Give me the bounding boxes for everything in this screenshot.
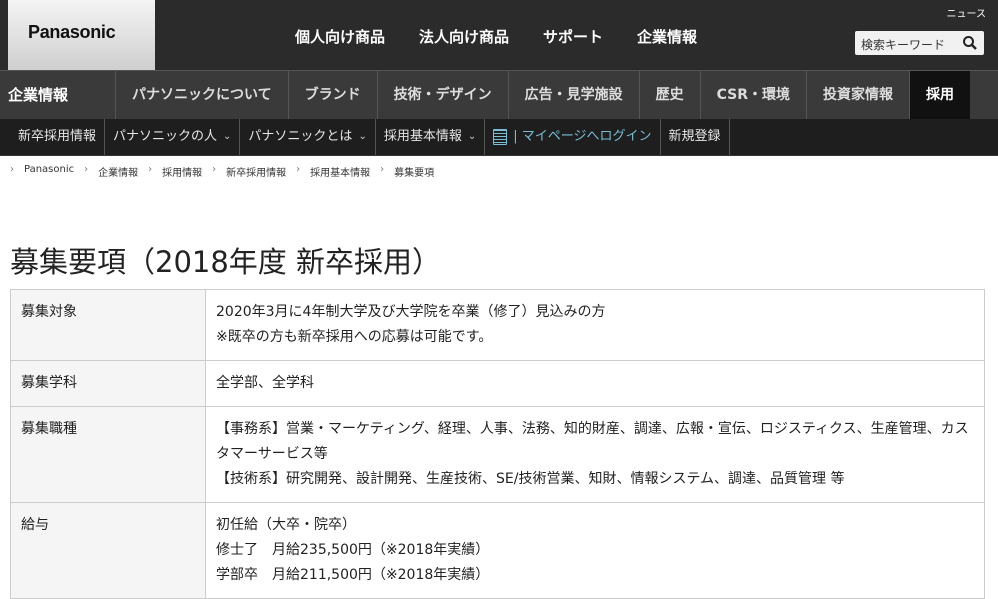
row-label: 募集対象: [10, 289, 206, 361]
breadcrumb-item[interactable]: 採用基本情報: [310, 164, 370, 179]
search-input[interactable]: 検索キーワード: [861, 36, 945, 53]
document-icon: [493, 129, 508, 145]
breadcrumb-item[interactable]: 採用情報: [162, 164, 202, 179]
page-title: 募集要項（2018年度 新卒採用）: [10, 245, 442, 279]
sec-item-investors[interactable]: 投資家情報: [806, 71, 909, 119]
row-label: 給与: [10, 502, 206, 599]
row-line: 初任給（大卒・院卒）: [216, 517, 356, 533]
row-value: 初任給（大卒・院卒） 修士了 月給235,500円（※2018年実績） 学部卒 …: [205, 502, 985, 599]
row-line: 2020年3月に4年制大学及び大学院を卒業（修了）見込みの方: [216, 304, 606, 320]
t-item-label: 新卒採用情報: [18, 129, 97, 144]
chevron-down-icon: ⌄: [358, 131, 367, 142]
table-row: 募集職種 【事務系】営業・マーケティング、経理、人事、法務、知的財産、調達、広報…: [10, 406, 985, 503]
nav-personal-products[interactable]: 個人向け商品: [295, 26, 385, 47]
logo[interactable]: Panasonic: [8, 0, 155, 70]
t-item-label: パナソニックとは: [248, 129, 353, 144]
sec-item-csr[interactable]: CSR・環境: [699, 71, 806, 119]
table-row: 募集対象 2020年3月に4年制大学及び大学院を卒業（修了）見込みの方 ※既卒の…: [10, 289, 985, 361]
chevron-right-icon: ›: [10, 164, 14, 175]
row-line: 【事務系】営業・マーケティング、経理、人事、法務、知的財産、調達、広報・宣伝、ロ…: [216, 421, 969, 462]
t-item-label: 新規登録: [668, 129, 721, 144]
table-row: 募集学科 全学部、全学科: [10, 360, 985, 407]
chevron-right-icon: ›: [296, 164, 301, 175]
nav-support[interactable]: サポート: [543, 26, 603, 47]
tertiary-nav: 新卒採用情報 パナソニックの人 ⌄ パナソニックとは ⌄ 採用基本情報 ⌄ | マイペ…: [0, 119, 998, 156]
sec-item-brand[interactable]: ブランド: [287, 71, 377, 119]
news-link[interactable]: ニュース: [947, 5, 987, 20]
chevron-down-icon: ⌄: [467, 131, 477, 142]
t-item-mypage-login[interactable]: | マイページへログイン: [485, 119, 661, 155]
row-line: 【技術系】研究開発、設計開発、生産技術、SE/技術営業、知財、情報システム、調達…: [216, 471, 845, 487]
chevron-right-icon: ›: [84, 164, 89, 175]
row-line: 修士了 月給235,500円（※2018年実績）: [216, 542, 490, 558]
requirements-table: 募集対象 2020年3月に4年制大学及び大学院を卒業（修了）見込みの方 ※既卒の…: [10, 289, 985, 599]
sec-item-tech-design[interactable]: 技術・デザイン: [376, 71, 508, 119]
sec-item-about[interactable]: パナソニックについて: [115, 71, 288, 119]
t-item-label: 採用基本情報: [383, 129, 462, 144]
t-item-register[interactable]: 新規登録: [661, 119, 730, 155]
t-item-new-grad[interactable]: 新卒採用情報: [10, 119, 106, 155]
breadcrumb-item[interactable]: 企業情報: [98, 164, 138, 179]
t-item-recruit-info[interactable]: 採用基本情報 ⌄: [376, 119, 486, 155]
row-value: 【事務系】営業・マーケティング、経理、人事、法務、知的財産、調達、広報・宣伝、ロ…: [205, 406, 985, 503]
nav-corporate[interactable]: 企業情報: [637, 26, 697, 47]
sec-item-history[interactable]: 歴史: [638, 71, 700, 119]
chevron-right-icon: ›: [148, 164, 153, 175]
sec-item-recruit[interactable]: 採用: [909, 71, 970, 119]
nav-business-products[interactable]: 法人向け商品: [419, 26, 509, 47]
chevron-down-icon: ⌄: [223, 131, 232, 142]
chevron-right-icon: ›: [212, 164, 217, 175]
t-item-label: | マイページへログイン: [513, 129, 652, 144]
row-line: ※既卒の方も新卒採用への応募は可能です。: [216, 329, 493, 345]
top-header: Panasonic 個人向け商品 法人向け商品 サポート 企業情報 ニュース 検…: [0, 0, 998, 70]
row-line: 全学部、全学科: [216, 375, 314, 391]
breadcrumb-item[interactable]: Panasonic: [24, 164, 74, 179]
t-item-label: パナソニックの人: [113, 129, 218, 144]
t-item-people[interactable]: パナソニックの人 ⌄: [105, 119, 241, 155]
chevron-right-icon: ›: [380, 164, 385, 175]
t-item-about-panasonic[interactable]: パナソニックとは ⌄: [240, 119, 376, 155]
row-label: 募集職種: [10, 406, 206, 503]
row-label: 募集学科: [10, 360, 206, 407]
breadcrumb-current: 募集要項: [394, 168, 435, 179]
row-line: 学部卒 月給211,500円（※2018年実績）: [216, 567, 490, 583]
secondary-nav-title[interactable]: 企業情報: [0, 71, 115, 119]
secondary-nav: 企業情報 パナソニックについて ブランド 技術・デザイン 広告・見学施設 歴史 …: [0, 70, 998, 119]
search-icon[interactable]: [962, 35, 978, 51]
brand-logo-text: Panasonic: [28, 22, 116, 42]
table-row: 給与 初任給（大卒・院卒） 修士了 月給235,500円（※2018年実績） 学…: [10, 502, 985, 599]
row-value: 2020年3月に4年制大学及び大学院を卒業（修了）見込みの方 ※既卒の方も新卒採…: [205, 289, 985, 361]
search-box[interactable]: 検索キーワード: [855, 31, 984, 55]
row-value: 全学部、全学科: [205, 360, 985, 407]
breadcrumb: › Panasonic › 企業情報 › 採用情報 › 新卒採用情報 › 採用基本情報 ›…: [0, 156, 998, 187]
sec-item-ads[interactable]: 広告・見学施設: [507, 71, 639, 119]
breadcrumb-item[interactable]: 新卒採用情報: [226, 164, 286, 179]
main-nav: 個人向け商品 法人向け商品 サポート 企業情報: [278, 26, 714, 47]
